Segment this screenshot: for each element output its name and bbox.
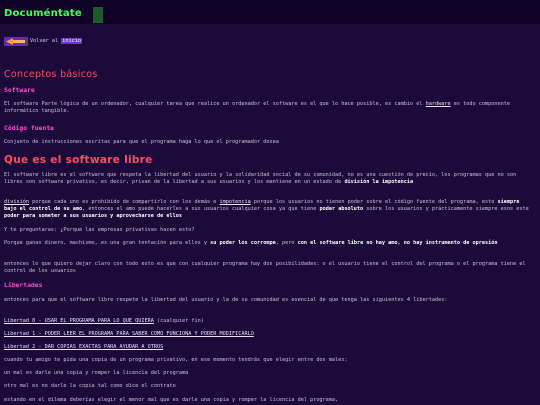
mal-2-paragraph: otro mal es no darle la copia tal como d… [4, 383, 176, 389]
libertades-paragraph: entonces para que el software libre resp… [4, 297, 448, 303]
codigo-heading: Código fuente [4, 124, 55, 132]
porque-paragraph: Porque ganas dinero, machismo, es una gr… [4, 240, 498, 246]
software-heading: Software [4, 86, 35, 94]
division-link[interactable]: división [4, 199, 29, 205]
title-cursor-block [93, 7, 103, 23]
entonces-paragraph: entonces lo que quiero dejar claro con t… [4, 261, 526, 275]
libertad-2-item: Libertad 2 - DAR COPIAS EXACTAS PARA AYU… [4, 344, 532, 351]
top-bar: Documéntate [0, 0, 540, 24]
cuando-paragraph: cuando tu amigo te pida una copia de un … [4, 357, 348, 363]
back-arrow-icon[interactable] [4, 37, 28, 46]
home-link[interactable]: inicio [61, 38, 82, 44]
hardware-link[interactable]: hardware [426, 101, 451, 107]
mal-1-paragraph: un mal es darle una copia y romper la li… [4, 370, 189, 376]
site-title: Documéntate [4, 8, 82, 19]
codigo-paragraph: Conjunto de instrucciones escritas para … [4, 139, 279, 145]
estando-paragraph: estando en el dilema deberías elegir el … [4, 397, 339, 403]
libertad-0-link[interactable]: Libertad 0 - USAR EL PROGRAMA PARA LO QU… [4, 318, 154, 324]
libertades-heading: Libertades [4, 281, 43, 289]
libertad-2-link[interactable]: Libertad 2 - DAR COPIAS EXACTAS PARA AYU… [4, 344, 163, 350]
libre-paragraph: El software libre es el software que res… [4, 172, 517, 186]
software-paragraph: El software Parte lógica de un ordenador… [4, 101, 510, 115]
libertad-0-item: Libertad 0 - USAR EL PROGRAMA PARA LO QU… [4, 318, 204, 324]
libertad-1-item: Libertad 1 - PODER LEER EL PROGRAMA PARA… [4, 331, 532, 338]
libre-heading: Que es el software libre [4, 154, 153, 166]
libertad-1-link[interactable]: Libertad 1 - PODER LEER EL PROGRAMA PARA… [4, 331, 254, 337]
division-paragraph: división porque cada uno es prohibido de… [4, 199, 529, 220]
back-text: Volver al inicio [30, 38, 82, 44]
question-paragraph: Y te preguntaras: ¿Porque las empresas p… [4, 227, 195, 233]
conceptos-heading: Conceptos básicos [4, 69, 98, 80]
impotencia-link[interactable]: impotencia [220, 199, 251, 205]
